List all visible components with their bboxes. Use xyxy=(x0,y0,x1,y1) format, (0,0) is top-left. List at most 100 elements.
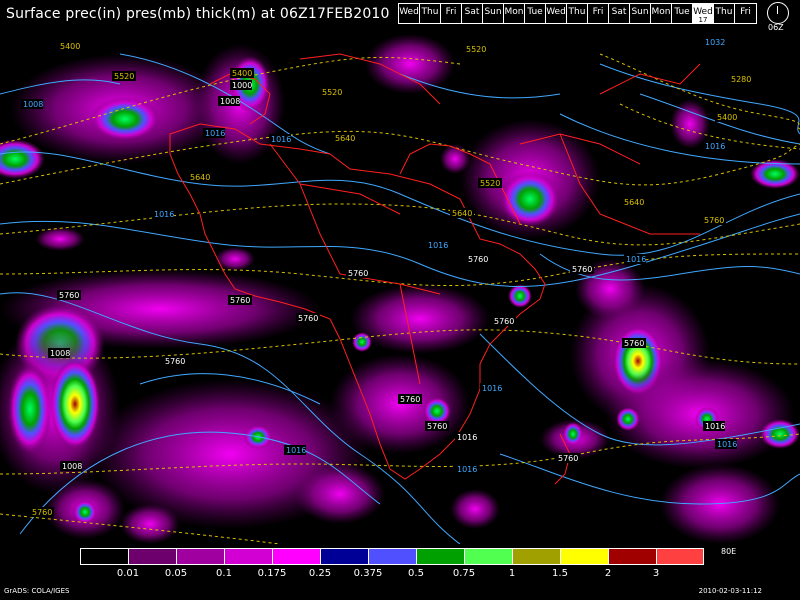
day-button[interactable]: Sat xyxy=(609,4,630,23)
thickness-label: 5520 xyxy=(112,71,136,81)
day-button[interactable]: Thu xyxy=(714,4,735,23)
legend-swatch xyxy=(128,548,176,565)
timestamp: 2010-02-03-11:12 xyxy=(698,587,762,595)
svg-text:1016: 1016 xyxy=(457,433,477,442)
pressure-label: 1016 xyxy=(152,209,174,219)
day-button[interactable]: Thu xyxy=(567,4,588,23)
svg-text:5520: 5520 xyxy=(114,72,134,81)
day-button[interactable]: Mon xyxy=(651,4,672,23)
svg-text:1016: 1016 xyxy=(271,135,291,144)
day-button[interactable]: Wed xyxy=(546,4,567,23)
svg-text:5760: 5760 xyxy=(400,395,420,404)
pressure-label: 1008 xyxy=(48,348,70,358)
svg-text:5640: 5640 xyxy=(624,198,644,207)
thickness-label: 5400 xyxy=(715,112,739,122)
pressure-label: 1008 xyxy=(60,461,82,471)
day-button[interactable]: Sun xyxy=(483,4,504,23)
pressure-label: 1016 xyxy=(624,254,646,264)
clock-icon[interactable] xyxy=(767,2,789,24)
legend-swatch xyxy=(80,548,128,565)
thickness-label: 5520 xyxy=(464,44,488,54)
svg-text:1008: 1008 xyxy=(23,100,43,109)
svg-text:1016: 1016 xyxy=(286,446,306,455)
svg-text:5520: 5520 xyxy=(466,45,486,54)
day-button[interactable]: Sat xyxy=(462,4,483,23)
legend-tick: 3 xyxy=(652,568,660,579)
svg-text:1016: 1016 xyxy=(205,129,225,138)
thickness-label: 5760 xyxy=(163,356,187,366)
svg-text:5400: 5400 xyxy=(60,42,80,51)
legend-tick: 2 xyxy=(604,568,612,579)
svg-text:1016: 1016 xyxy=(626,255,646,264)
legend-swatch xyxy=(560,548,608,565)
thickness-label: 5640 xyxy=(622,197,646,207)
pressure-label: 1016 xyxy=(703,421,725,431)
svg-text:1016: 1016 xyxy=(428,241,448,250)
day-button[interactable]: Fri xyxy=(441,4,462,23)
thickness-label: 5640 xyxy=(188,172,212,182)
legend-swatch xyxy=(608,548,656,565)
day-button[interactable]: Sun xyxy=(630,4,651,23)
day-button[interactable]: Mon xyxy=(504,4,525,23)
day-button[interactable]: Wed xyxy=(399,4,420,23)
thickness-label: 5760 xyxy=(466,254,490,264)
svg-text:1016: 1016 xyxy=(705,422,725,431)
thickness-label: 5640 xyxy=(333,133,357,143)
pressure-label: 1016 xyxy=(284,445,306,455)
legend-tick: 0.75 xyxy=(452,568,476,579)
legend-tick: 0.25 xyxy=(308,568,332,579)
legend-tick: 1 xyxy=(508,568,516,579)
precipitation-field xyxy=(0,34,800,544)
thickness-label: 5760 xyxy=(570,264,594,274)
legend-swatch xyxy=(464,548,512,565)
svg-text:1008: 1008 xyxy=(62,462,82,471)
legend-swatch xyxy=(416,548,464,565)
legend-tick-labels: 0.01 0.05 0.1 0.175 0.25 0.375 0.5 0.75 1 1.5 2 3 xyxy=(80,568,720,580)
legend-tick: 0.5 xyxy=(408,568,424,579)
thickness-label: 5520 xyxy=(478,178,502,188)
thickness-label: 5760 xyxy=(57,290,81,300)
svg-text:5760: 5760 xyxy=(348,269,368,278)
day-button[interactable]: Tue xyxy=(672,4,693,23)
precipitation-legend xyxy=(80,548,704,565)
weather-map: 5400 5520 5400 5520 5640 5520 5640 5640 … xyxy=(0,34,800,544)
legend-swatch xyxy=(656,548,704,565)
svg-text:1032: 1032 xyxy=(705,38,725,47)
legend-tick: 0.375 xyxy=(353,568,383,579)
pressure-label: 1016 xyxy=(269,134,291,144)
svg-text:5520: 5520 xyxy=(322,88,342,97)
software-credit: GrADS: COLA/IGES xyxy=(4,587,70,595)
svg-text:1016: 1016 xyxy=(717,440,737,449)
svg-text:5760: 5760 xyxy=(298,314,318,323)
svg-text:5760: 5760 xyxy=(704,216,724,225)
svg-text:5760: 5760 xyxy=(59,291,79,300)
thickness-label: 5520 xyxy=(320,87,344,97)
thickness-label: 5760 xyxy=(425,421,449,431)
legend-tick: 0.175 xyxy=(257,568,287,579)
pressure-label: 1016 xyxy=(715,439,737,449)
thickness-label: 5760 xyxy=(296,313,320,323)
svg-text:1016: 1016 xyxy=(482,384,502,393)
svg-text:1016: 1016 xyxy=(705,142,725,151)
day-button[interactable]: Fri xyxy=(735,4,756,23)
day-button[interactable]: Thu xyxy=(420,4,441,23)
day-button[interactable]: Fri xyxy=(588,4,609,23)
pressure-label: 1016 xyxy=(426,240,448,250)
day-button-selected[interactable]: Wed 17 xyxy=(693,4,714,24)
svg-text:5760: 5760 xyxy=(230,296,250,305)
legend-tick: 0.01 xyxy=(116,568,140,579)
legend-swatch xyxy=(512,548,560,565)
svg-text:5760: 5760 xyxy=(494,317,514,326)
pressure-label: 1016 xyxy=(455,464,477,474)
pressure-label: 1016 xyxy=(203,128,225,138)
legend-swatch xyxy=(272,548,320,565)
legend-swatch xyxy=(320,548,368,565)
legend-swatch xyxy=(368,548,416,565)
day-button[interactable]: Tue xyxy=(525,4,546,23)
thickness-label: 5760 xyxy=(30,507,54,517)
pressure-label: 1008 xyxy=(21,99,43,109)
thickness-label: 5640 xyxy=(450,208,474,218)
thickness-label: 5760 xyxy=(346,268,370,278)
thickness-label: 5400 xyxy=(230,68,254,78)
pressure-label: 1016 xyxy=(455,432,477,442)
